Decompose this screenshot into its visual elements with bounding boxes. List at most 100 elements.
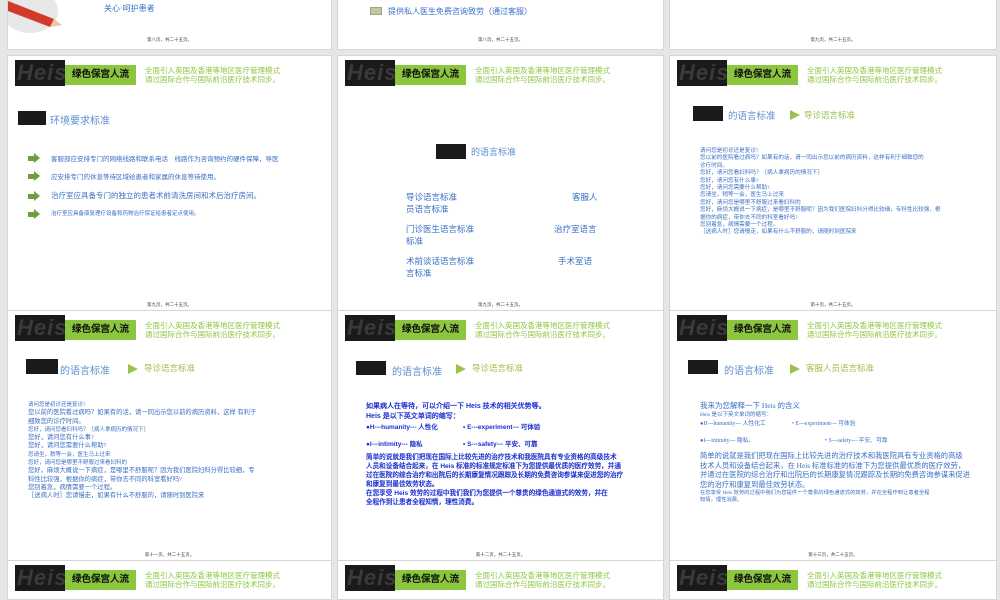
slide-heis-explanation: Heis 绿色保宫人流 全面引入英国及香港等地区医疗管理模式 通过国际合作与国际前… [337, 310, 664, 565]
item-3: 治疗室应具备专门的独立的患者术前清洗房间和术后治疗房间。 [51, 191, 261, 200]
slide-2: 提供私人医生免费咨询致劳（通过客服） 第八页，共二十五页。 [337, 0, 664, 50]
tagline: 全面引入英国及香港等地区医疗管理模式 通过国际合作与国际前沿医疗技术同步。 [475, 321, 610, 339]
arrow-icon [28, 153, 40, 163]
green-badge: 绿色保宫人流 [395, 320, 466, 340]
arrow-icon [28, 171, 40, 181]
green-badge: 绿色保宫人流 [727, 570, 798, 590]
slide-header: Heis 绿色保宫人流 全面引入英国及香港等地区医疗管理模式 通过国际合作与国际前… [670, 315, 996, 343]
tagline: 全面引入英国及香港等地区医疗管理模式 通过国际合作与国际前沿医疗技术同步。 [475, 66, 610, 84]
heis-logo: Heis [345, 60, 395, 86]
slide-subtitle: 导诊语言标准 [144, 363, 196, 373]
arrow-icon [790, 110, 800, 120]
arrow-icon [28, 209, 40, 219]
slide-header: Heis 绿色保宫人流 全面引入英国及香港等地区医疗管理模式 通过国际合作与国际前… [670, 60, 996, 88]
slide-subtitle: 导诊语言标准 [804, 110, 856, 120]
tagline: 全面引入英国及香港等地区医疗管理模式 通过国际合作与国际前沿医疗技术同步。 [807, 321, 942, 339]
explanation-paragraph: 简单的说就是我们把现在国际上比较先进的治疗技术和我医院具有专业资格的高级技术人员… [700, 451, 970, 489]
intro-line: 如果病人在等待，可以介绍一下 Heis 技术的相关优势等。 [366, 403, 546, 410]
slide-guide-language-1: Heis 绿色保宫人流 全面引入英国及香港等地区医疗管理模式 通过国际合作与国际前… [669, 55, 997, 315]
dialogue-lines: 请问您是初诊还是复诊? 您以前的医院看过病吗？如果有的话，请一同出示您以前的病历资… [28, 402, 257, 500]
heis-h: ●H---humanity--- 人性化工 [700, 421, 766, 427]
page-number: 第十一页，共二十五页。 [144, 552, 195, 557]
heis-i: ●I---intimity--- 隐私 [366, 441, 423, 448]
arrow-icon [28, 191, 40, 201]
slide-1: 关心·呵护患者 第八页，共二十五页。 [7, 0, 332, 50]
heis-logo: Heis [345, 315, 395, 341]
tagline: 全面引入英国及香港等地区医疗管理模式 通过国际合作与国际前沿医疗技术同步。 [145, 571, 280, 589]
page-number: 第九页，共二十五页。 [478, 302, 523, 307]
arrow-icon [128, 364, 138, 374]
green-badge: 绿色保宫人流 [65, 320, 136, 340]
heis-logo: Heis [677, 315, 727, 341]
bullet-icon [370, 7, 382, 15]
intro-line-2: Heis 是以下英文单词的缩写： [366, 413, 460, 420]
page-number: 第十二页，共二十五页。 [475, 552, 526, 557]
dialogue-lines: 请问您是初诊还是复诊? 您以前的医院看过病吗？如果有的话，请一同出示您以前的病历资… [700, 148, 941, 236]
slide-title: 的语言标准 [724, 366, 774, 377]
green-badge: 绿色保宫人流 [395, 65, 466, 85]
slide-guide-language-2: Heis 绿色保宫人流 全面引入英国及香港等地区医疗管理模式 通过国际合作与国际前… [7, 310, 332, 565]
slide-header: Heis 绿色保宫人流 全面引入英国及香港等地区医疗管理模式 通过国际合作与国际前… [8, 60, 331, 88]
slide-2-text: 提供私人医生免费咨询致劳（通过客服） [388, 7, 532, 16]
title-block [356, 361, 386, 375]
slide-title: 的语言标准 [728, 112, 776, 122]
explanation-paragraph-2: 在您享受 Heis 效劳的过程中我们为您提供一个尊贵的绿色通道式的效劳，并在全程… [700, 490, 930, 503]
slide-12: Heis 绿色保宫人流 全面引入英国及香港等地区医疗管理模式 通过国际合作与国际前… [669, 560, 997, 600]
page-number: 第九页，共二十五页。 [810, 37, 856, 42]
green-badge: 绿色保宫人流 [65, 65, 136, 85]
heis-logo: Heis [677, 565, 727, 591]
green-badge: 绿色保宫人流 [65, 570, 136, 590]
tagline: 全面引入英国及香港等地区医疗管理模式 通过国际合作与国际前沿医疗技术同步。 [145, 66, 280, 84]
green-badge: 绿色保宫人流 [395, 570, 466, 590]
menu-item-surgery: 术前谈话语言标准 手术室语 言标准 [406, 256, 593, 278]
slide-1-text: 关心·呵护患者 [104, 4, 155, 13]
slide-title: 的语言标准 [392, 367, 442, 378]
title-block [688, 360, 718, 374]
heis-logo: Heis [677, 60, 727, 86]
slide-header: Heis 绿色保宫人流 全面引入英国及香港等地区医疗管理模式 通过国际合作与国际前… [338, 60, 663, 88]
explanation-paragraph: 简单的说就是我们把现在国际上比较先进的治疗技术和我医院具有专业资格的高级技术人员… [366, 454, 624, 506]
slide-subtitle: 导诊语言标准 [472, 363, 524, 373]
slide-header: Heis 绿色保宫人流 全面引入英国及香港等地区医疗管理模式 通过国际合作与国际前… [670, 565, 996, 593]
slide-title: 的语言标准 [471, 147, 517, 157]
heis-h: ●H---humanity--- 人性化 [366, 424, 438, 431]
slide-header: Heis 绿色保宫人流 全面引入英国及香港等地区医疗管理模式 通过国际合作与国际前… [338, 315, 663, 343]
page-number: 第八页，共二十五页。 [478, 37, 523, 42]
slide-language-standards-index: Heis 绿色保宫人流 全面引入英国及香港等地区医疗管理模式 通过国际合作与国际前… [337, 55, 664, 315]
slide-title: 的语言标准 [60, 366, 110, 377]
heis-e: • E---experiment--- 可体验 [792, 421, 856, 427]
arrow-icon [456, 364, 466, 374]
title-block [436, 144, 466, 159]
tagline: 全面引入英国及香港等地区医疗管理模式 通过国际合作与国际前沿医疗技术同步。 [807, 66, 942, 84]
tagline: 全面引入英国及香港等地区医疗管理模式 通过国际合作与国际前沿医疗技术同步。 [145, 321, 280, 339]
slide-environment-standards: Heis 绿色保宫人流 全面引入英国及香港等地区医疗管理模式 通过国际合作与国际前… [7, 55, 332, 315]
menu-item-guide: 导诊语言标准 客服人 员语言标准 [406, 192, 598, 214]
heis-s: • S---safety--- 平安、可靠 [825, 438, 888, 444]
slide-3: 第九页，共二十五页。 [669, 0, 997, 50]
heis-logo: Heis [15, 565, 65, 591]
heis-logo: Heis [345, 565, 395, 591]
item-4: 治疗室应具备康复理疗设备和药物治疗保证给患者定点使用。 [51, 211, 200, 217]
title-block [693, 106, 723, 121]
arrow-icon [790, 364, 800, 374]
heis-logo: Heis [15, 60, 65, 86]
slide-title: 环境要求标准 [50, 116, 110, 127]
title-block [26, 359, 58, 374]
page-number: 第八页，共二十五页。 [147, 37, 192, 42]
green-badge: 绿色保宫人流 [727, 320, 798, 340]
page-number: 第九页，共二十五页。 [147, 302, 192, 307]
menu-item-clinic: 门诊医生语言标准 治疗室语言 标准 [406, 224, 597, 246]
slide-customer-service-language: Heis 绿色保宫人流 全面引入英国及香港等地区医疗管理模式 通过国际合作与国际前… [669, 310, 997, 565]
green-badge: 绿色保宫人流 [727, 65, 798, 85]
heis-s: • S---safety--- 平安、可靠 [463, 441, 538, 448]
heis-i: ●I---intimity--- 隐私、 [700, 438, 755, 444]
heis-e: • E---experiment--- 可体验 [463, 424, 541, 431]
slide-header: Heis 绿色保宫人流 全面引入英国及香港等地区医疗管理模式 通过国际合作与国际前… [8, 315, 331, 343]
page-number: 第十三页，共二十五页。 [808, 552, 858, 557]
title-block [18, 111, 46, 125]
page-number: 第十页，共二十五页。 [810, 302, 856, 307]
heis-logo: Heis [15, 315, 65, 341]
intro-line-2: Heis 是以下英文单词的缩写： [700, 412, 772, 418]
slide-10: Heis 绿色保宫人流 全面引入英国及香港等地区医疗管理模式 通过国际合作与国际前… [7, 560, 332, 600]
slide-header: Heis 绿色保宫人流 全面引入英国及香港等地区医疗管理模式 通过国际合作与国际前… [338, 565, 663, 593]
